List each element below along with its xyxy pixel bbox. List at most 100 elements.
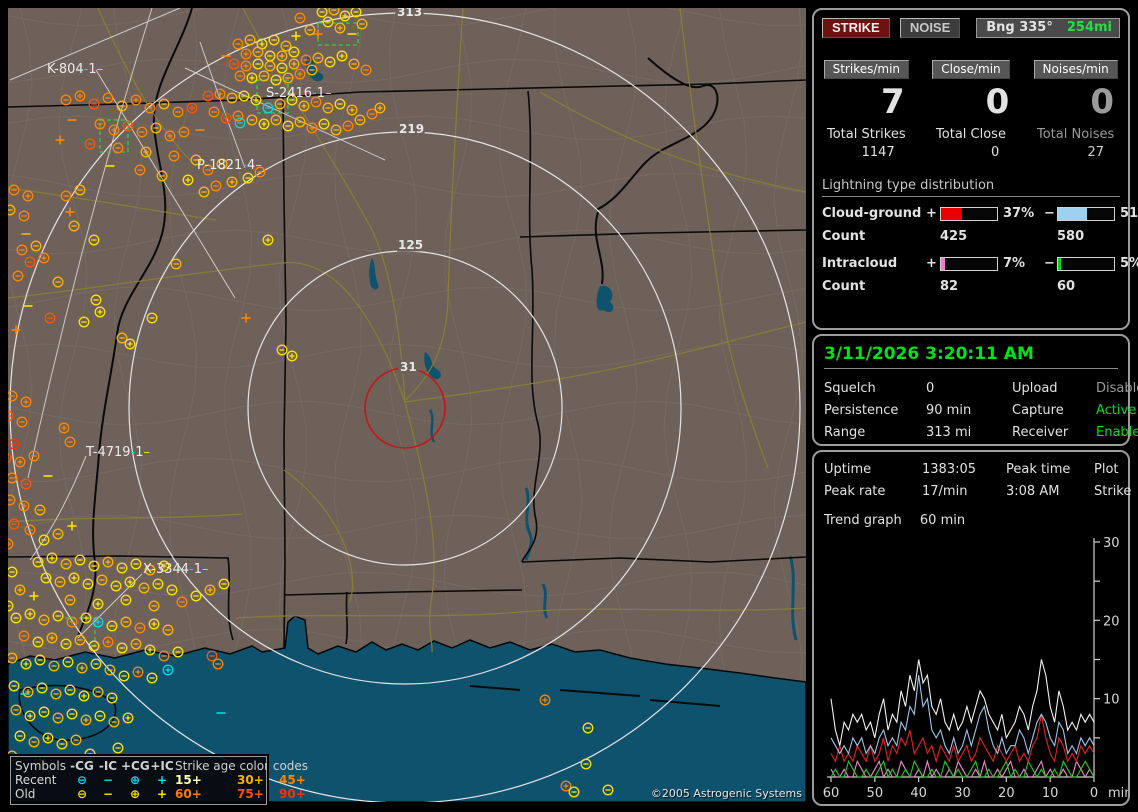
ring-label: 31 bbox=[400, 360, 417, 374]
close-column: Close/min 0 Total Close 0 bbox=[919, 60, 1024, 160]
count-label: Count bbox=[822, 229, 866, 244]
legend-age-value: 15+ bbox=[175, 773, 202, 787]
trend-graph-window: 60 min bbox=[919, 513, 966, 528]
uptime-label: Uptime bbox=[824, 462, 872, 477]
legend-symbol: ⊕ bbox=[129, 773, 141, 787]
intracloud-label: Intracloud bbox=[822, 256, 898, 271]
strikes-per-min-value: 7 bbox=[880, 82, 905, 122]
legend-header: -IC bbox=[98, 759, 118, 773]
legend-row-label: Old bbox=[15, 787, 36, 801]
minus-sign: − bbox=[1044, 206, 1055, 221]
strike-mode-button[interactable]: STRIKE bbox=[822, 18, 890, 38]
map-canvas: 313 219 125 31 K-804-1– S-2416-1– P-1821-4– T-… bbox=[8, 8, 806, 802]
range-value: 313 mi bbox=[926, 425, 972, 440]
copyright-text: ©2005 Astrogenic Systems bbox=[650, 787, 802, 800]
svg-text:20: 20 bbox=[998, 786, 1015, 801]
noise-mode-button[interactable]: NOISE bbox=[899, 18, 961, 38]
storm-cell-label: X-3344-1– bbox=[143, 562, 209, 577]
trend-graph-label: Trend graph bbox=[824, 513, 902, 528]
receiver-label: Receiver bbox=[1012, 425, 1069, 440]
lightning-app-window: 313 219 125 31 K-804-1– S-2416-1– P-1821-4– T-… bbox=[0, 0, 1138, 812]
datetime-display: 3/11/2026 3:20:11 AM bbox=[824, 344, 1118, 369]
noises-column: Noises/min 0 Total Noises 27 bbox=[1023, 60, 1128, 160]
upload-status: Disabled bbox=[1096, 381, 1138, 396]
strike-trend-chart: 10 20 30 60 50 40 30 20 10 0 min bbox=[823, 536, 1128, 801]
legend-age-value: 30+ bbox=[237, 773, 264, 787]
bearing-range-value: 254mi bbox=[1066, 20, 1112, 35]
storm-cell-label: K-804-1– bbox=[47, 62, 103, 77]
svg-text:10: 10 bbox=[1042, 786, 1059, 801]
legend-header: +IC bbox=[150, 759, 174, 773]
svg-text:min: min bbox=[1108, 786, 1128, 801]
total-noises-label: Total Noises bbox=[1036, 127, 1115, 142]
range-label: Range bbox=[824, 425, 866, 440]
legend-age-value: 60+ bbox=[175, 787, 202, 801]
legend-header: +CG bbox=[121, 759, 150, 773]
persistence-value: 90 min bbox=[926, 403, 972, 418]
svg-text:50: 50 bbox=[867, 786, 884, 801]
legend-age-value: 75+ bbox=[237, 787, 264, 801]
peak-rate-value: 17/min bbox=[922, 484, 968, 499]
storm-cell-label: P-1821-4– bbox=[197, 158, 262, 173]
ic-negative-bar bbox=[1057, 256, 1115, 271]
minus-sign: − bbox=[1044, 256, 1055, 271]
cg-positive-count: 425 bbox=[940, 229, 968, 244]
storm-cell-label: S-2416-1– bbox=[266, 86, 332, 101]
legend-symbol: − bbox=[102, 787, 114, 801]
count-label: Count bbox=[822, 279, 866, 294]
svg-text:30: 30 bbox=[1103, 536, 1120, 551]
cg-positive-bar bbox=[940, 206, 998, 221]
lightning-distribution-section: Lightning type distribution Cloud-ground… bbox=[822, 178, 1138, 294]
svg-text:60: 60 bbox=[823, 786, 840, 801]
legend-symbol: ⊖ bbox=[76, 787, 88, 801]
intracloud-count-row: Count 82 60 bbox=[822, 279, 1120, 294]
strikes-per-min-button[interactable]: Strikes/min bbox=[823, 60, 910, 79]
close-per-min-button[interactable]: Close/min bbox=[932, 60, 1010, 79]
legend-row-label: Recent bbox=[15, 773, 57, 787]
legend-age-header: Strike age color codes bbox=[175, 759, 309, 773]
svg-text:30: 30 bbox=[954, 786, 971, 801]
trend-series-cg--rate bbox=[830, 675, 1095, 756]
trend-series-total-strike-rate bbox=[830, 659, 1095, 746]
peak-time-value: 3:08 AM bbox=[1006, 484, 1060, 499]
trend-panel: Uptime 1383:05 Peak time Plot Peak rate … bbox=[812, 450, 1132, 806]
svg-text:20: 20 bbox=[1103, 614, 1120, 629]
cg-negative-percent: 51% bbox=[1120, 206, 1138, 221]
ic-positive-percent: 7% bbox=[1003, 256, 1026, 271]
strike-map[interactable]: 313 219 125 31 K-804-1– S-2416-1– P-1821-4– T-… bbox=[8, 8, 806, 807]
cloud-ground-row: Cloud-ground + 37% − 51% bbox=[822, 206, 1138, 221]
cloud-ground-count-row: Count 425 580 bbox=[822, 229, 1120, 244]
storm-cell-label: T-4719-1– bbox=[85, 445, 150, 460]
svg-text:10: 10 bbox=[1103, 693, 1120, 708]
strikes-column: Strikes/min 7 Total Strikes 1147 bbox=[814, 60, 919, 160]
total-close-label: Total Close bbox=[936, 127, 1006, 142]
cloud-ground-label: Cloud-ground bbox=[822, 206, 922, 221]
strike-stats-panel: STRIKE NOISE Bng 335° 254mi Strikes/min 7… bbox=[812, 8, 1138, 330]
plus-sign: + bbox=[926, 206, 937, 221]
squelch-label: Squelch bbox=[824, 381, 876, 396]
svg-text:40: 40 bbox=[910, 786, 927, 801]
capture-label: Capture bbox=[1012, 403, 1064, 418]
noises-per-min-value: 0 bbox=[1090, 82, 1114, 122]
squelch-value: 0 bbox=[926, 381, 935, 396]
noises-per-min-button[interactable]: Noises/min bbox=[1033, 60, 1118, 79]
distribution-title: Lightning type distribution bbox=[822, 178, 1120, 197]
legend-symbol: + bbox=[156, 773, 168, 787]
ring-label: 313 bbox=[397, 8, 422, 19]
status-panel: 3/11/2026 3:20:11 AM Squelch 0 Upload Di… bbox=[812, 334, 1138, 446]
intracloud-row: Intracloud + 7% − 5% bbox=[822, 256, 1138, 271]
plot-label: Plot bbox=[1094, 462, 1119, 477]
ic-positive-count: 82 bbox=[940, 279, 959, 294]
legend-symbol: ⊖ bbox=[76, 773, 88, 787]
plot-mode-value: Strike bbox=[1094, 484, 1132, 499]
plus-sign: + bbox=[926, 256, 937, 271]
cg-negative-count: 580 bbox=[1057, 229, 1085, 244]
ring-label: 219 bbox=[399, 122, 424, 136]
legend-symbol: − bbox=[102, 773, 114, 787]
symbol-legend: Symbols -CG -IC +CG +IC Strike age color code… bbox=[8, 754, 308, 807]
ring-label: 125 bbox=[398, 238, 423, 252]
legend-age-value: 45+ bbox=[279, 773, 306, 787]
legend-symbol: ⊕ bbox=[129, 787, 141, 801]
ic-positive-bar bbox=[940, 256, 998, 271]
total-noises-value: 27 bbox=[1087, 145, 1104, 160]
